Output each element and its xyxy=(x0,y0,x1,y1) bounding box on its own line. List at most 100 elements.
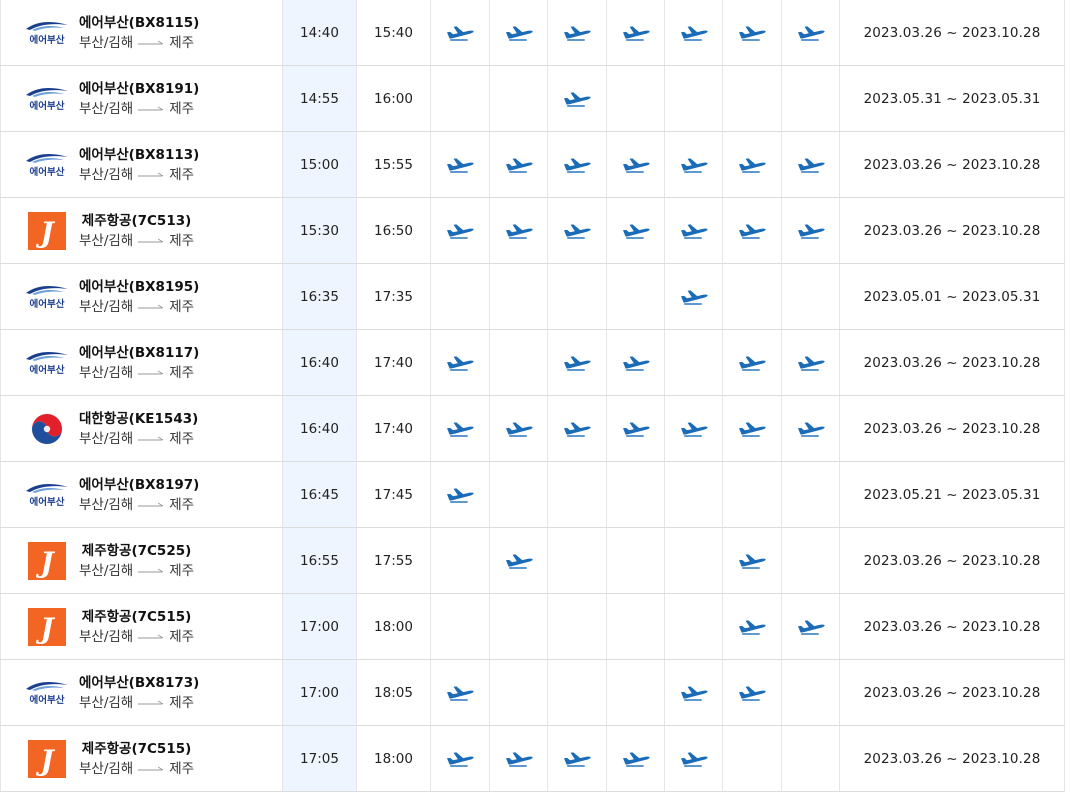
airline-logo: J xyxy=(21,739,73,779)
day-cell-6 xyxy=(781,263,840,330)
jeju-air-logo: J xyxy=(28,211,66,250)
flight-name: 제주항공(7C515) xyxy=(81,608,192,625)
day-cell-6 xyxy=(781,461,840,528)
route: 부산/김해 제주 xyxy=(79,693,199,713)
day-cell-1 xyxy=(489,527,548,594)
day-cell-1 xyxy=(489,593,548,660)
day-cell-6 xyxy=(781,0,840,66)
airline-cell: 에어부산 에어부산(BX8173) 부산/김해 제주 xyxy=(0,659,283,726)
day-cell-2 xyxy=(547,329,607,396)
airplane-icon xyxy=(797,223,825,239)
day-cell-4 xyxy=(664,527,723,594)
day-cell-0 xyxy=(430,725,490,792)
departure-time: 17:00 xyxy=(282,593,357,660)
arrival-time: 16:50 xyxy=(356,197,431,264)
airplane-icon xyxy=(739,25,766,41)
flight-row: J 제주항공(7C513) 부산/김해 제주 15:30 16:50 2023.03.26 … xyxy=(0,197,1065,264)
departure-time: 16:55 xyxy=(282,527,357,594)
destination: 제주 xyxy=(169,694,195,711)
operation-period: 2023.03.26 ~ 2023.10.28 xyxy=(839,0,1065,66)
airplane-icon xyxy=(680,421,708,437)
departure-time: 16:45 xyxy=(282,461,357,528)
day-cell-1 xyxy=(489,131,548,198)
arrival-time: 17:40 xyxy=(356,395,431,462)
day-cell-5 xyxy=(722,197,782,264)
flight-rows: 에어부산 에어부산(BX8115) 부산/김해 제주 14:40 15:40 2023.03… xyxy=(0,0,1065,792)
day-cell-3 xyxy=(606,659,665,726)
airplane-icon xyxy=(797,355,825,371)
day-cell-0 xyxy=(430,461,490,528)
day-cell-2 xyxy=(547,461,607,528)
day-cell-0 xyxy=(430,527,490,594)
airplane-icon xyxy=(680,25,708,41)
arrival-time: 17:55 xyxy=(356,527,431,594)
flight-row: 에어부산 에어부산(BX8173) 부산/김해 제주 17:00 18:05 2023.03… xyxy=(0,659,1065,726)
arrival-time: 16:00 xyxy=(356,65,431,132)
air-busan-logo: 에어부산 xyxy=(26,87,68,112)
airline-cell: J 제주항공(7C515) 부산/김해 제주 xyxy=(0,593,283,660)
day-cell-6 xyxy=(781,131,840,198)
operation-period: 2023.03.26 ~ 2023.10.28 xyxy=(839,131,1065,198)
day-cell-3 xyxy=(606,131,665,198)
day-cell-2 xyxy=(547,131,607,198)
airplane-icon xyxy=(564,751,591,767)
day-cell-2 xyxy=(547,593,607,660)
airplane-icon xyxy=(564,223,591,239)
day-cell-4 xyxy=(664,263,723,330)
departure-time: 15:30 xyxy=(282,197,357,264)
arrival-time: 15:40 xyxy=(356,0,431,66)
destination: 제주 xyxy=(169,34,195,51)
route: 부산/김해 제주 xyxy=(79,561,194,581)
airplane-icon xyxy=(680,685,708,701)
operation-period: 2023.03.26 ~ 2023.10.28 xyxy=(839,593,1065,660)
day-cell-2 xyxy=(547,197,607,264)
svg-text:에어부산: 에어부산 xyxy=(30,34,65,46)
svg-text:에어부산: 에어부산 xyxy=(30,694,65,706)
day-cell-4 xyxy=(664,593,723,660)
route: 부산/김해 제주 xyxy=(79,627,194,647)
flight-row: 에어부산 에어부산(BX8195) 부산/김해 제주 16:35 17:35 2023.05… xyxy=(0,263,1065,330)
flight-row: 에어부산 에어부산(BX8197) 부산/김해 제주 16:45 17:45 2023.05… xyxy=(0,461,1065,528)
day-cell-3 xyxy=(606,329,665,396)
arrival-time: 15:55 xyxy=(356,131,431,198)
departure-time: 15:00 xyxy=(282,131,357,198)
origin: 부산/김해 xyxy=(79,166,134,183)
destination: 제주 xyxy=(169,562,195,579)
svg-text:에어부산: 에어부산 xyxy=(30,166,65,178)
flight-name: 제주항공(7C525) xyxy=(81,542,192,559)
day-cell-5 xyxy=(722,263,782,330)
airline-cell: 대한항공(KE1543) 부산/김해 제주 xyxy=(0,395,283,462)
departure-time: 17:00 xyxy=(282,659,357,726)
day-cell-2 xyxy=(547,65,607,132)
airplane-icon xyxy=(447,421,474,437)
airplane-icon xyxy=(564,421,591,437)
operation-period: 2023.05.31 ~ 2023.05.31 xyxy=(839,65,1065,132)
day-cell-1 xyxy=(489,395,548,462)
airplane-icon xyxy=(447,25,474,41)
destination: 제주 xyxy=(169,232,195,249)
airline-cell: 에어부산 에어부산(BX8113) 부산/김해 제주 xyxy=(0,131,283,198)
arrival-time: 18:05 xyxy=(356,659,431,726)
day-cell-4 xyxy=(664,65,723,132)
day-cell-6 xyxy=(781,659,840,726)
air-busan-logo: 에어부산 xyxy=(26,21,68,46)
operation-period: 2023.05.21 ~ 2023.05.31 xyxy=(839,461,1065,528)
origin: 부산/김해 xyxy=(79,760,134,777)
day-cell-5 xyxy=(722,329,782,396)
route: 부산/김해 제주 xyxy=(79,363,199,383)
origin: 부산/김해 xyxy=(79,694,134,711)
route: 부산/김해 제주 xyxy=(79,33,199,53)
operation-period: 2023.03.26 ~ 2023.10.28 xyxy=(839,197,1065,264)
day-cell-3 xyxy=(606,593,665,660)
route-arrow-icon xyxy=(137,429,165,449)
airplane-icon xyxy=(797,25,825,41)
airplane-icon xyxy=(622,157,650,173)
air-busan-logo: 에어부산 xyxy=(26,351,68,376)
airplane-icon xyxy=(505,553,533,569)
arrival-time: 18:00 xyxy=(356,725,431,792)
airplane-icon xyxy=(447,685,474,701)
day-cell-0 xyxy=(430,65,490,132)
route-arrow-icon xyxy=(137,165,165,185)
airplane-icon xyxy=(505,421,533,437)
flight-row: 에어부산 에어부산(BX8113) 부산/김해 제주 15:00 15:55 2023.03… xyxy=(0,131,1065,198)
